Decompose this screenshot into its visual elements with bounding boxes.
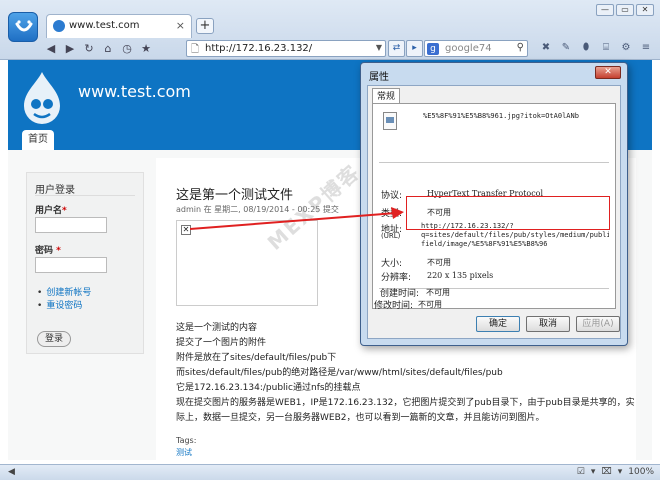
tools-icon[interactable]: ⚙ xyxy=(618,40,634,56)
refresh-icon[interactable]: ↻ xyxy=(82,42,96,56)
create-account-link[interactable]: 创建新帐号 xyxy=(37,285,91,298)
apply-button[interactable]: 应用(A) xyxy=(576,316,620,332)
site-favicon-icon xyxy=(53,20,65,32)
go-button[interactable]: ▸ xyxy=(406,40,423,57)
resolution-label: 分辨率: xyxy=(381,273,412,283)
username-label: 用户名* xyxy=(35,206,67,216)
modified-label: 修改时间: xyxy=(374,301,414,311)
forward-icon[interactable]: ▶ xyxy=(63,42,77,56)
browser-tab[interactable]: www.test.com × xyxy=(46,14,192,38)
url-highlight-box xyxy=(406,196,610,230)
back-icon[interactable]: ◀ xyxy=(44,42,58,56)
tags-label: Tags: xyxy=(176,436,197,445)
plugin-icon[interactable]: ✎ xyxy=(558,40,574,56)
address-input[interactable]: http://172.16.23.132/ xyxy=(205,43,312,54)
cancel-button[interactable]: 取消 xyxy=(526,316,570,332)
maximize-button[interactable]: ▭ xyxy=(616,4,634,16)
status-bar: ◀ ☑ ▾ ⌧ ▾ 100% xyxy=(0,464,660,480)
status-tools: ☑ ▾ ⌧ ▾ 100% xyxy=(577,467,654,477)
zoom-level[interactable]: 100% xyxy=(628,467,654,477)
page-icon: 🗋 xyxy=(191,44,200,55)
new-tab-button[interactable]: + xyxy=(196,18,214,34)
search-input[interactable]: google74 xyxy=(445,43,492,54)
login-title: 用户登录 xyxy=(35,185,75,196)
chevron-down-icon[interactable]: ▼ xyxy=(376,43,382,52)
site-name[interactable]: www.test.com xyxy=(78,82,191,101)
menu-icon[interactable]: ≡ xyxy=(638,40,654,56)
history-icon[interactable]: ◷ xyxy=(120,42,134,56)
body-line: 附件是放在了sites/default/files/pub下 xyxy=(176,353,337,363)
compat-view-button[interactable]: ⇄ xyxy=(388,40,405,57)
body-line: 而sites/default/files/pub的绝对路径是/var/www/h… xyxy=(176,368,503,378)
address-bar[interactable]: 🗋 http://172.16.23.132/ ▼ xyxy=(186,40,386,57)
body-line: 它是172.16.23.134:/public通过nfs的挂载点 xyxy=(176,383,361,393)
window-controls: — ▭ ✕ xyxy=(596,4,654,16)
drupal-logo-icon xyxy=(24,72,60,124)
search-engine-icon[interactable]: g xyxy=(427,43,439,55)
body-line: 这是一个测试的内容 xyxy=(176,323,258,333)
resolution-value: 220 x 135 pixels xyxy=(427,271,494,280)
status-check-icon[interactable]: ☑ xyxy=(577,467,585,477)
password-label: 密码 * xyxy=(35,246,61,256)
file-name: %E5%8F%91%E5%B8%961.jpg?itok=OtA0lANb xyxy=(423,112,579,120)
size-label: 大小: xyxy=(381,259,403,269)
login-block: 用户登录 用户名* 密码 * 创建新帐号 重设密码 登录 xyxy=(26,172,144,354)
capsule-icon[interactable]: ⬮ xyxy=(578,40,594,56)
login-button[interactable]: 登录 xyxy=(37,331,71,347)
body-line: 提交了一个图片的附件 xyxy=(176,338,267,348)
home-icon[interactable]: ⌂ xyxy=(101,42,115,56)
body-line: 际上，数据一旦提交，另一台服务器WEB2，也可以看到一篇新的文章，并且能访问到图… xyxy=(176,413,545,423)
favorites-icon[interactable]: ★ xyxy=(139,42,153,56)
tab-title: www.test.com xyxy=(69,20,140,31)
body-line: 现在提交图片的服务器是WEB1，IP是172.16.23.132，它把图片提交到… xyxy=(176,398,635,408)
browser-logo-icon xyxy=(8,12,38,42)
url-line: q=sites/default/files/pub/styles/medium/… xyxy=(421,231,609,239)
size-value: 不可用 xyxy=(427,258,451,267)
browser-toolbar: www.test.com × + — ▭ ✕ ◀ ▶ ↻ ⌂ ◷ ★ 🗋 htt… xyxy=(0,0,660,60)
dialog-close-button[interactable]: ✕ xyxy=(595,66,621,79)
required-mark: * xyxy=(62,206,67,216)
created-value: 不可用 xyxy=(426,288,450,297)
node-title[interactable]: 这是第一个测试文件 xyxy=(176,184,293,203)
close-window-button[interactable]: ✕ xyxy=(636,4,654,16)
chevron-down-icon[interactable]: ▾ xyxy=(591,467,596,477)
dialog-title: 属性 xyxy=(369,72,389,83)
tab-home[interactable]: 首页 xyxy=(22,130,54,150)
translate-icon[interactable]: ✖ xyxy=(538,40,554,56)
divider xyxy=(35,195,135,196)
required-mark: * xyxy=(56,246,61,256)
divider xyxy=(379,162,609,163)
screenshot-icon[interactable]: ⌸ xyxy=(598,40,614,56)
search-box[interactable]: g google74 ⚲ xyxy=(424,40,528,57)
image-file-icon xyxy=(383,112,397,130)
tab-general[interactable]: 常规 xyxy=(372,88,400,104)
status-scroll-icon[interactable]: ◀ xyxy=(8,467,15,477)
reset-password-link[interactable]: 重设密码 xyxy=(37,298,82,311)
tag-link[interactable]: 测试 xyxy=(176,447,192,458)
modified-value: 不可用 xyxy=(418,300,442,309)
search-icon[interactable]: ⚲ xyxy=(517,42,524,53)
tab-close-icon[interactable]: × xyxy=(176,19,185,32)
ok-button[interactable]: 确定 xyxy=(476,316,520,332)
protocol-label: 协议: xyxy=(381,191,403,201)
status-box-icon[interactable]: ⌧ xyxy=(601,467,611,477)
username-input[interactable] xyxy=(35,217,107,233)
browser-tools: ✖ ✎ ⬮ ⌸ ⚙ ≡ xyxy=(538,40,654,56)
navigation-buttons: ◀ ▶ ↻ ⌂ ◷ ★ xyxy=(44,40,153,58)
minimize-button[interactable]: — xyxy=(596,4,614,16)
url-line: field/image/%E5%8F%91%E5%B8%96 xyxy=(421,240,548,248)
annotation-arrow-icon xyxy=(190,207,404,230)
chevron-down-icon[interactable]: ▾ xyxy=(618,467,623,477)
password-input[interactable] xyxy=(35,257,107,273)
